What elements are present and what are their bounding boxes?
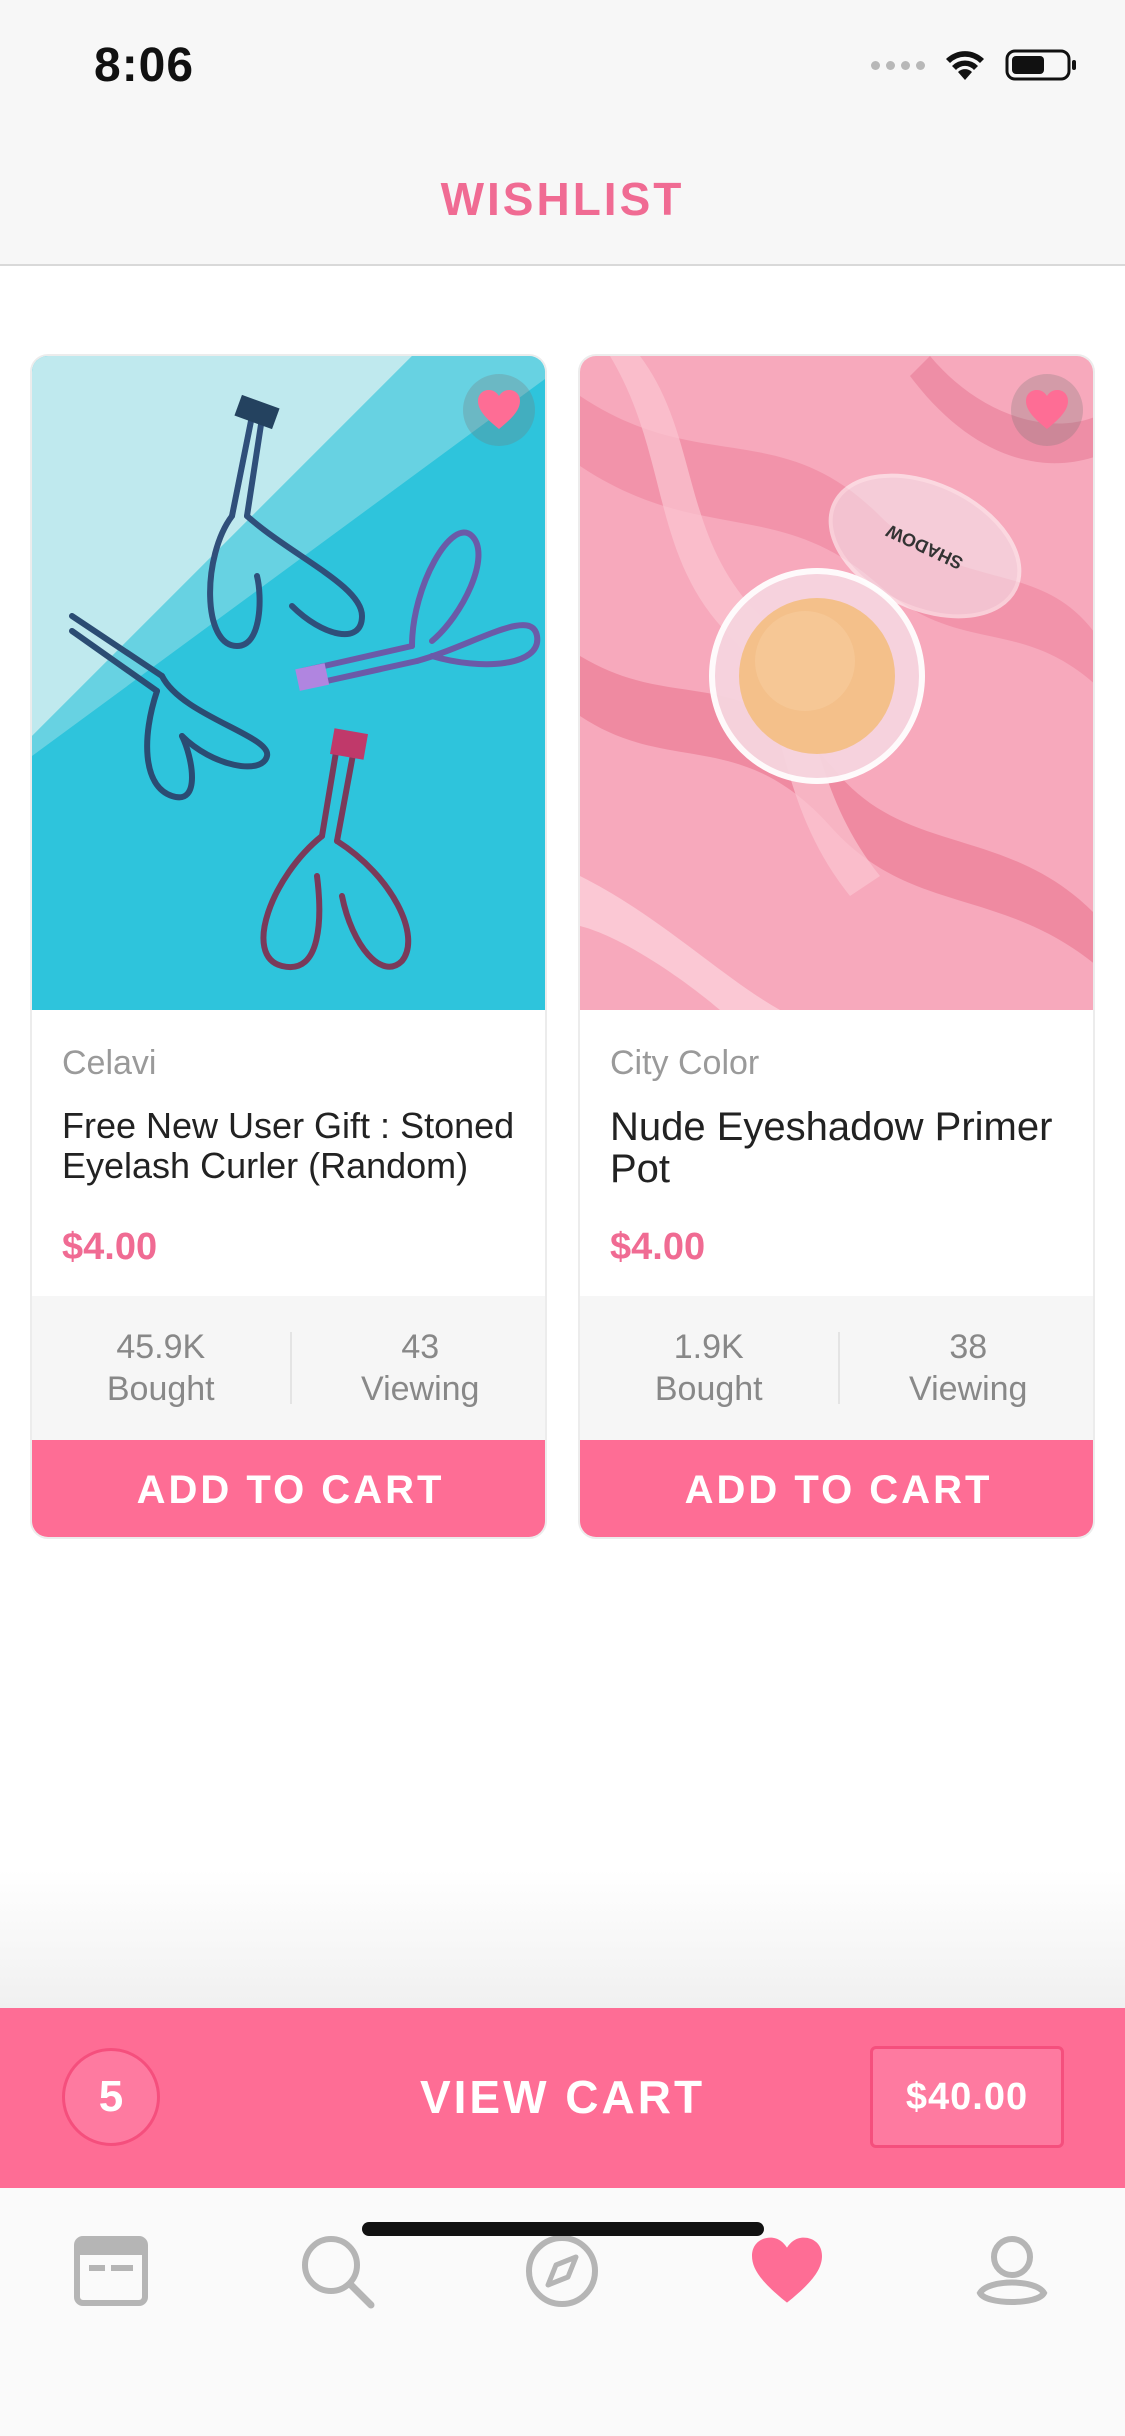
bought-stat: 1.9K Bought xyxy=(580,1296,838,1440)
home-indicator[interactable] xyxy=(362,2222,764,2236)
product-image[interactable] xyxy=(32,356,545,1010)
viewing-stat: 43 Viewing xyxy=(292,1296,546,1440)
product-stats: 45.9K Bought 43 Viewing xyxy=(32,1296,546,1440)
heart-icon xyxy=(1026,390,1068,429)
wishlist-heart-button[interactable] xyxy=(1011,374,1083,446)
wifi-icon xyxy=(946,51,984,80)
product-price: $4.00 xyxy=(610,1226,706,1268)
view-cart-bar[interactable]: 5 VIEW CART $40.00 xyxy=(0,2008,1125,2188)
bought-label: Bought xyxy=(106,1370,215,1408)
product-card[interactable]: SHADOW City Color Nude Eyeshadow Primer … xyxy=(578,354,1095,1539)
page-title: WISHLIST xyxy=(440,173,685,225)
bought-value: 45.9K xyxy=(116,1328,206,1366)
signal-icon xyxy=(871,60,925,70)
nav-header: WISHLIST xyxy=(0,132,1125,266)
product-price: $4.00 xyxy=(62,1226,158,1268)
bought-value: 1.9K xyxy=(673,1328,744,1366)
viewing-label: Viewing xyxy=(909,1370,1028,1408)
bought-stat: 45.9K Bought xyxy=(32,1296,290,1440)
product-image[interactable]: SHADOW xyxy=(580,356,1093,1010)
product-info: City Color Nude Eyeshadow Primer Pot $4.… xyxy=(580,1010,1093,1296)
profile-icon xyxy=(976,2236,1048,2305)
viewing-value: 43 xyxy=(401,1328,440,1366)
status-time: 8:06 xyxy=(94,39,195,92)
status-bar: 8:06 xyxy=(0,0,1125,132)
bottom-fade xyxy=(0,1870,1125,2010)
viewing-value: 38 xyxy=(949,1328,988,1366)
tab-news[interactable] xyxy=(66,2226,156,2316)
product-name[interactable]: Nude Eyeshadow Primer Pot xyxy=(610,1106,1080,1190)
tab-search[interactable] xyxy=(292,2226,382,2316)
viewing-stat: 38 Viewing xyxy=(840,1296,1094,1440)
compass-icon xyxy=(526,2235,598,2307)
product-card[interactable]: Celavi Free New User Gift : Stoned Eyela… xyxy=(30,354,547,1539)
status-icons xyxy=(871,48,1079,82)
news-icon xyxy=(74,2236,148,2306)
battery-icon xyxy=(1005,49,1076,81)
product-stats: 1.9K Bought 38 Viewing xyxy=(580,1296,1094,1440)
search-icon xyxy=(302,2236,375,2309)
heart-icon xyxy=(478,390,520,429)
tab-explore[interactable] xyxy=(517,2226,607,2316)
product-brand: City Color xyxy=(610,1044,760,1082)
wishlist-heart-button[interactable] xyxy=(463,374,535,446)
product-brand: Celavi xyxy=(62,1044,157,1082)
product-name[interactable]: Free New User Gift : Stoned Eyelash Curl… xyxy=(62,1106,532,1186)
eyelash-curler-photo xyxy=(32,356,545,1010)
bought-label: Bought xyxy=(654,1370,763,1408)
viewing-label: Viewing xyxy=(361,1370,480,1408)
heart-icon xyxy=(752,2237,822,2303)
cart-total: $40.00 xyxy=(870,2046,1064,2148)
add-to-cart-button[interactable]: ADD TO CART xyxy=(32,1440,545,1537)
add-to-cart-button[interactable]: ADD TO CART xyxy=(580,1440,1093,1537)
tab-profile[interactable] xyxy=(967,2226,1057,2316)
product-info: Celavi Free New User Gift : Stoned Eyela… xyxy=(32,1010,545,1296)
primer-pot-photo: SHADOW xyxy=(580,356,1093,1010)
tab-wishlist[interactable] xyxy=(742,2226,832,2316)
